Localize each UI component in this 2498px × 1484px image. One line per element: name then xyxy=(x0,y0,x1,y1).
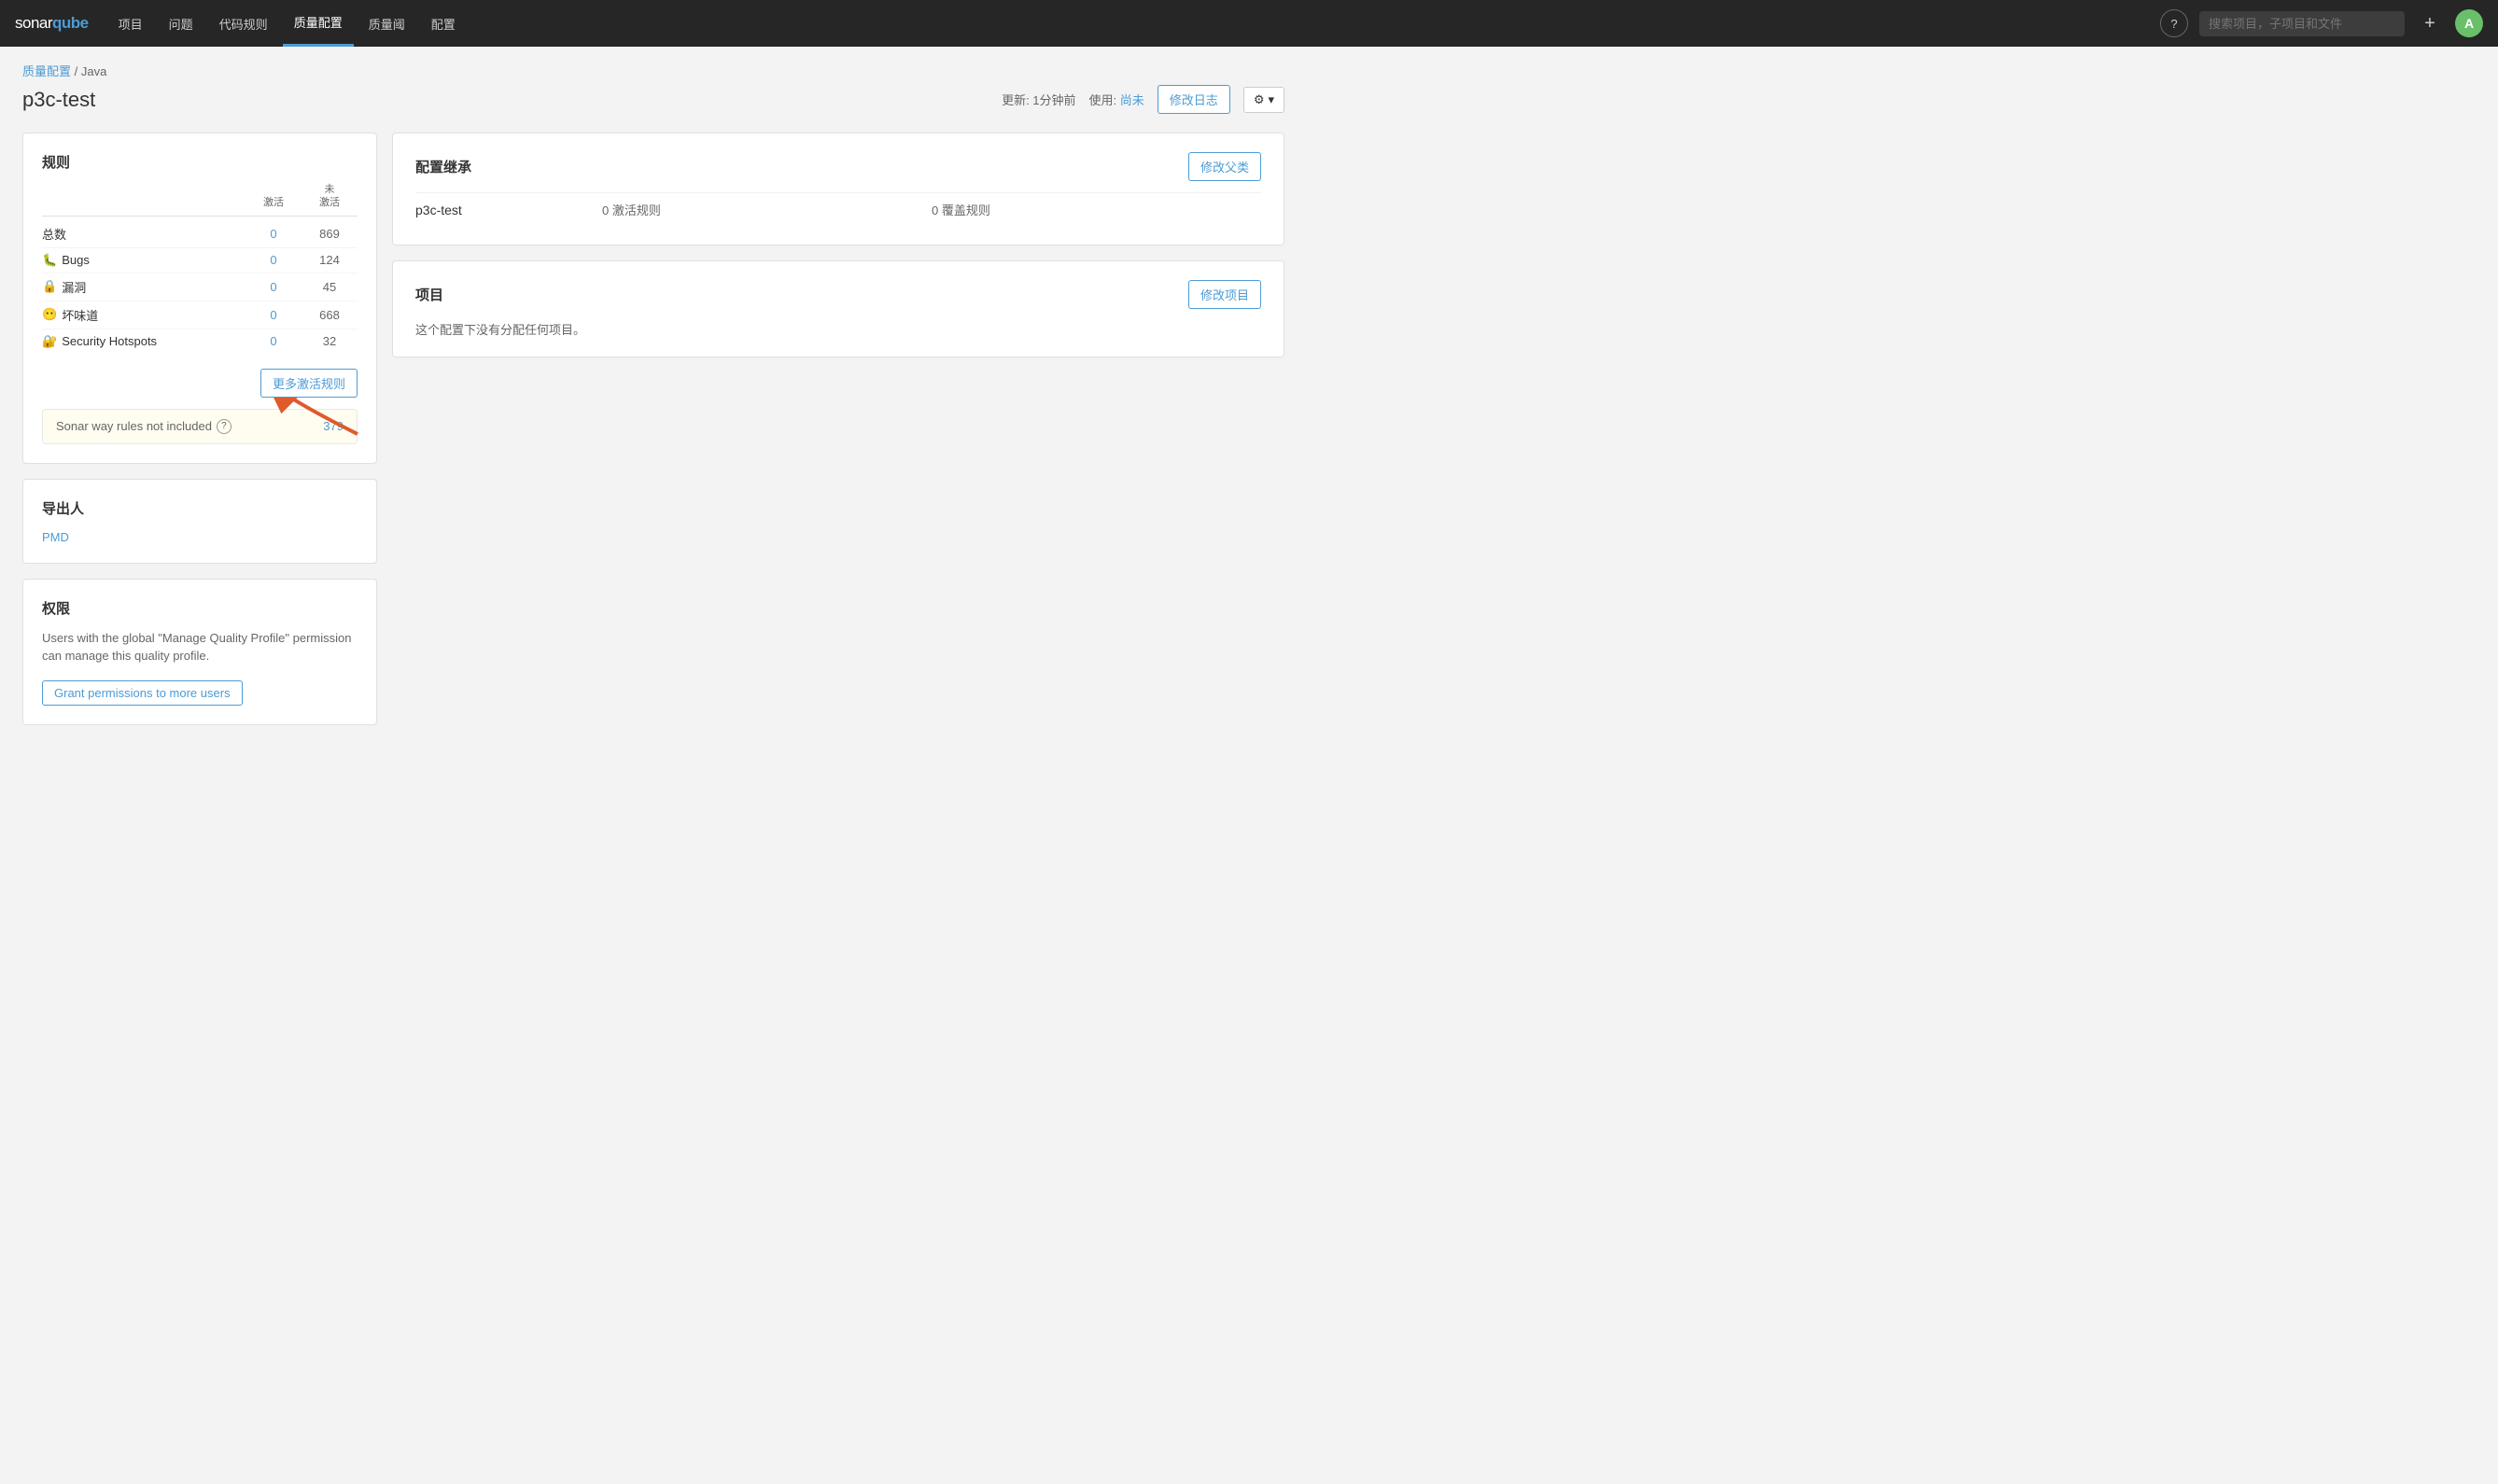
projects-empty-text: 这个配置下没有分配任何项目。 xyxy=(415,320,1261,338)
table-row: 🐛Bugs 0 124 xyxy=(42,248,358,273)
inheritance-active-rules: 0 激活规则 xyxy=(602,201,932,218)
add-button[interactable]: + xyxy=(2416,9,2444,37)
nav-item-projects[interactable]: 项目 xyxy=(107,0,154,47)
inheritance-card-header: 配置继承 修改父类 xyxy=(415,152,1261,181)
gear-icon: ⚙ xyxy=(1254,92,1265,107)
projects-card-title: 项目 xyxy=(415,285,443,304)
page-title: p3c-test xyxy=(22,88,95,112)
right-col: 配置继承 修改父类 p3c-test 0 激活规则 0 覆盖规则 项目 修改项目… xyxy=(392,133,1284,357)
breadcrumb-parent[interactable]: 质量配置 xyxy=(22,64,71,78)
more-rules-area: 更多激活规则 xyxy=(42,369,358,398)
projects-card-header: 项目 修改项目 xyxy=(415,280,1261,309)
smell-icon: 😶 xyxy=(42,307,57,322)
logo[interactable]: sonarqube xyxy=(15,14,89,33)
change-projects-button[interactable]: 修改项目 xyxy=(1188,280,1261,309)
lock-icon: 🔒 xyxy=(42,279,57,294)
exporter-card: 导出人 PMD xyxy=(22,479,377,564)
changelog-button[interactable]: 修改日志 xyxy=(1158,85,1230,114)
search-input[interactable] xyxy=(2199,11,2405,36)
sonar-way-label: Sonar way rules not included ? xyxy=(56,419,232,434)
rules-header-inactive-col: 未激活 xyxy=(302,183,358,210)
logo-sonar: sonar xyxy=(15,14,52,33)
rule-label-hotspots: 🔐Security Hotspots xyxy=(42,334,246,349)
nav-item-issues[interactable]: 问题 xyxy=(158,0,204,47)
rule-inactive-smell: 668 xyxy=(302,308,358,322)
permissions-card: 权限 Users with the global "Manage Quality… xyxy=(22,579,377,725)
projects-card: 项目 修改项目 这个配置下没有分配任何项目。 xyxy=(392,260,1284,357)
page-header-right: 更新: 1分钟前 使用: 尚未 修改日志 ⚙▾ xyxy=(1002,85,1284,114)
rule-active-bugs[interactable]: 0 xyxy=(246,253,302,267)
table-row: 😶坏味道 0 668 xyxy=(42,301,358,329)
inheritance-row: p3c-test 0 激活规则 0 覆盖规则 xyxy=(415,192,1261,226)
update-label: 更新: 1分钟前 xyxy=(1002,91,1075,108)
breadcrumb: 质量配置 / Java xyxy=(22,62,1284,79)
help-button[interactable]: ? xyxy=(2160,9,2188,37)
inheritance-profile-name: p3c-test xyxy=(415,203,602,217)
breadcrumb-separator: / xyxy=(71,64,81,78)
chevron-down-icon: ▾ xyxy=(1268,92,1274,107)
rule-inactive-total: 869 xyxy=(302,227,358,241)
bug-icon: 🐛 xyxy=(42,253,57,268)
rules-header-active-col: 激活 xyxy=(246,196,302,209)
rule-active-vuln[interactable]: 0 xyxy=(246,280,302,294)
rule-active-hotspots[interactable]: 0 xyxy=(246,334,302,348)
breadcrumb-current: Java xyxy=(81,64,106,78)
rule-inactive-hotspots: 32 xyxy=(302,334,358,348)
avatar[interactable]: A xyxy=(2455,9,2483,37)
logo-qube: qube xyxy=(52,14,89,33)
permissions-desc: Users with the global "Manage Quality Pr… xyxy=(42,629,358,665)
exporter-card-title: 导出人 xyxy=(42,498,358,518)
page-header: p3c-test 更新: 1分钟前 使用: 尚未 修改日志 ⚙▾ xyxy=(22,85,1284,114)
inheritance-override-rules: 0 覆盖规则 xyxy=(932,201,1261,218)
permissions-card-title: 权限 xyxy=(42,598,358,618)
left-col: 规则 激活 未激活 总数 0 869 🐛Bugs 0 124 xyxy=(22,133,377,725)
rule-inactive-bugs: 124 xyxy=(302,253,358,267)
rule-label-bugs: 🐛Bugs xyxy=(42,253,246,268)
rule-inactive-vuln: 45 xyxy=(302,280,358,294)
rule-label-total: 总数 xyxy=(42,225,246,243)
rules-card: 规则 激活 未激活 总数 0 869 🐛Bugs 0 124 xyxy=(22,133,377,464)
rules-card-title: 规则 xyxy=(42,152,358,172)
hotspot-icon: 🔐 xyxy=(42,334,57,349)
rules-table-header: 激活 未激活 xyxy=(42,183,358,217)
grant-permissions-button[interactable]: Grant permissions to more users xyxy=(42,680,243,706)
inheritance-card-title: 配置继承 xyxy=(415,157,471,176)
more-rules-button[interactable]: 更多激活规则 xyxy=(260,369,358,398)
change-parent-button[interactable]: 修改父类 xyxy=(1188,152,1261,181)
nav-item-quality-gates[interactable]: 质量阈 xyxy=(358,0,416,47)
content-grid: 规则 激活 未激活 总数 0 869 🐛Bugs 0 124 xyxy=(22,133,1284,725)
table-row: 🔐Security Hotspots 0 32 xyxy=(42,329,358,354)
usage-link[interactable]: 尚未 xyxy=(1120,93,1144,107)
nav-item-quality-profiles[interactable]: 质量配置 xyxy=(283,0,354,47)
rule-active-smell[interactable]: 0 xyxy=(246,308,302,322)
sonar-way-row: Sonar way rules not included ? 379 xyxy=(42,409,358,444)
rule-label-smell: 😶坏味道 xyxy=(42,306,246,324)
sonar-way-count: 379 xyxy=(323,419,344,433)
exporter-pmd-link[interactable]: PMD xyxy=(42,530,69,544)
inheritance-card: 配置继承 修改父类 p3c-test 0 激活规则 0 覆盖规则 xyxy=(392,133,1284,245)
table-row: 总数 0 869 xyxy=(42,220,358,248)
table-row: 🔒漏洞 0 45 xyxy=(42,273,358,301)
usage-label: 使用: 尚未 xyxy=(1089,91,1144,108)
topnav: sonarqube 项目 问题 代码规则 质量配置 质量阈 配置 ? + A xyxy=(0,0,2498,47)
page-wrapper: 质量配置 / Java p3c-test 更新: 1分钟前 使用: 尚未 修改日… xyxy=(0,47,1307,740)
settings-button[interactable]: ⚙▾ xyxy=(1243,87,1284,113)
nav-item-settings[interactable]: 配置 xyxy=(420,0,467,47)
rule-label-vuln: 🔒漏洞 xyxy=(42,278,246,296)
nav-item-rules[interactable]: 代码规则 xyxy=(208,0,279,47)
sonar-way-help-icon[interactable]: ? xyxy=(217,419,232,434)
rule-active-total[interactable]: 0 xyxy=(246,227,302,241)
